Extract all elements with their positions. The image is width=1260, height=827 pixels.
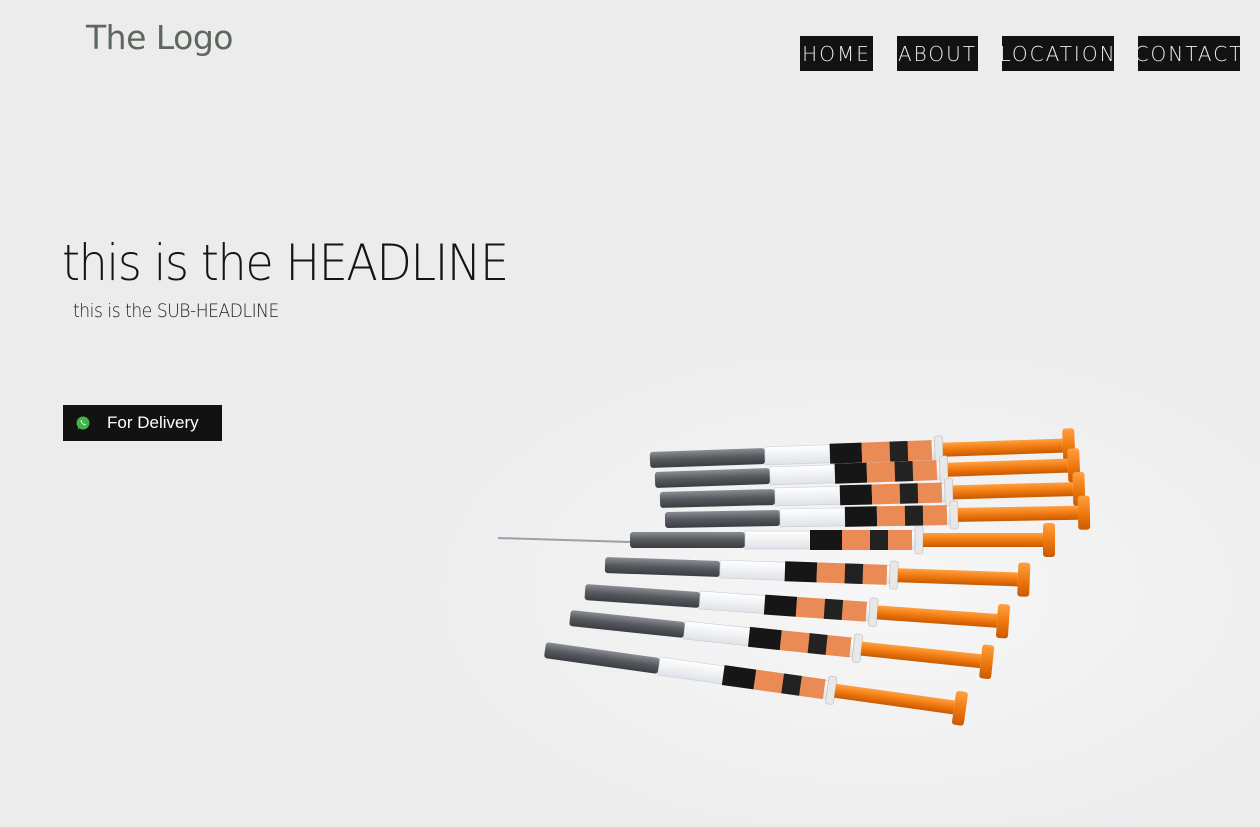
site-logo[interactable]: The Logo [86,18,234,57]
delivery-button[interactable]: For Delivery [63,405,222,441]
whatsapp-icon [75,415,91,431]
nav-contact-button[interactable]: CONTACT [1135,36,1241,71]
syringes-photo [420,360,1260,823]
delivery-button-label: For Delivery [107,413,199,432]
nav-location-button[interactable]: LOCATION [999,36,1115,71]
nav-about-button[interactable]: ABOUT [897,36,978,71]
nav-home-button[interactable]: HOME [800,36,873,71]
hero-headline: this is the HEADLINE [62,234,509,292]
hero-subheadline: this is the SUB-HEADLINE [73,300,279,322]
